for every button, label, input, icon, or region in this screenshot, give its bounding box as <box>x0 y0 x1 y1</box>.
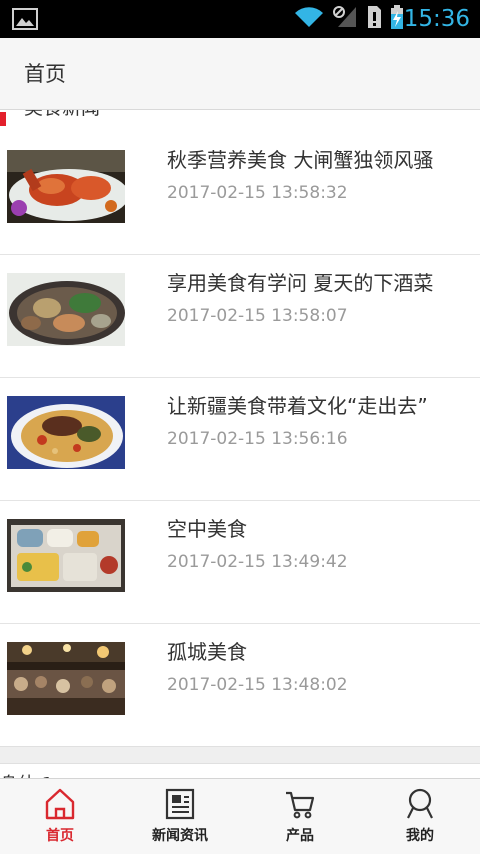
seafood-platter-photo <box>7 273 125 346</box>
section-divider <box>0 746 480 764</box>
app-header: 首页 <box>0 38 480 110</box>
tab-label: 我的 <box>406 828 434 844</box>
tab-news[interactable]: 新闻资讯 <box>120 779 240 854</box>
cart-icon <box>284 787 316 821</box>
news-time: 2017-02-15 13:58:32 <box>167 183 348 203</box>
tab-mine[interactable]: 我的 <box>360 779 480 854</box>
news-item[interactable]: 享用美食有学问 夏天的下酒菜 2017-02-15 13:58:07 <box>0 255 480 378</box>
tab-label: 首页 <box>46 828 74 844</box>
news-list: 秋季营养美食 大闸蟹独领风骚 2017-02-15 13:58:32 享用美食有… <box>0 132 480 747</box>
news-time: 2017-02-15 13:48:02 <box>167 675 348 695</box>
tab-products[interactable]: 产品 <box>240 779 360 854</box>
section-title: 美食新闻 <box>24 110 100 120</box>
news-title: 享用美食有学问 夏天的下酒菜 <box>167 271 434 295</box>
night-market-photo <box>7 642 125 715</box>
gallery-notification-icon <box>12 7 38 31</box>
news-title: 空中美食 <box>167 517 247 541</box>
news-item[interactable]: 空中美食 2017-02-15 13:49:42 <box>0 501 480 624</box>
next-section-title: 身体·1· <box>0 770 59 778</box>
app-root: 15:36 首页 美食新闻 <box>0 0 480 854</box>
section-header: 美食新闻 <box>0 110 480 126</box>
no-signal-icon <box>332 5 358 33</box>
page-title: 首页 <box>24 62 66 86</box>
status-bar: 15:36 <box>0 0 480 38</box>
news-time: 2017-02-15 13:56:16 <box>167 429 348 449</box>
tab-home[interactable]: 首页 <box>0 779 120 854</box>
news-title: 让新疆美食带着文化“走出去” <box>167 394 428 418</box>
newspaper-icon <box>164 787 196 821</box>
sim-alert-icon <box>366 5 382 33</box>
news-time: 2017-02-15 13:49:42 <box>167 552 348 572</box>
clock: 15:36 <box>403 6 470 32</box>
wifi-icon <box>294 5 324 33</box>
battery-charging-icon <box>390 5 404 33</box>
news-item[interactable]: 秋季营养美食 大闸蟹独领风骚 2017-02-15 13:58:32 <box>0 132 480 255</box>
airline-meal-photo <box>7 519 125 592</box>
news-item[interactable]: 孤城美食 2017-02-15 13:48:02 <box>0 624 480 747</box>
tab-label: 产品 <box>286 828 314 844</box>
user-icon <box>404 787 436 821</box>
crab-photo <box>7 150 125 223</box>
home-icon <box>44 787 76 821</box>
section-accent-bar <box>0 112 6 126</box>
pilaf-photo <box>7 396 125 469</box>
news-title: 孤城美食 <box>167 640 247 664</box>
tab-label: 新闻资讯 <box>152 828 208 844</box>
news-title: 秋季营养美食 大闸蟹独领风骚 <box>167 148 434 172</box>
news-time: 2017-02-15 13:58:07 <box>167 306 348 326</box>
news-item[interactable]: 让新疆美食带着文化“走出去” 2017-02-15 13:56:16 <box>0 378 480 501</box>
bottom-tab-bar: 首页 新闻资讯 产品 我的 <box>0 778 480 854</box>
news-scroll-area[interactable]: 美食新闻 秋季营养美食 大闸蟹独 <box>0 110 480 778</box>
